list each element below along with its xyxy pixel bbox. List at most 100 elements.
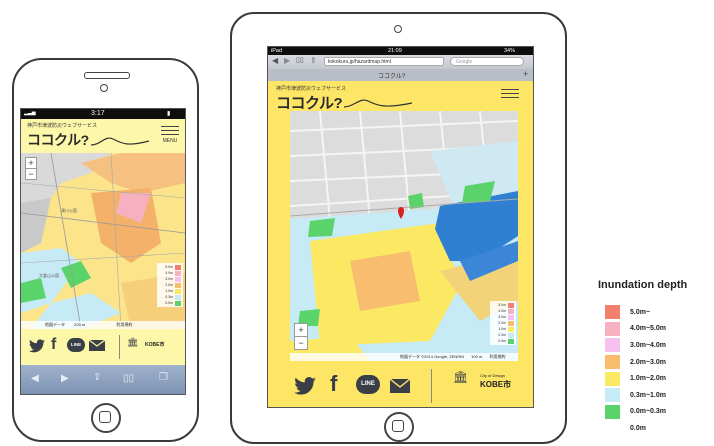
legend-row: 1.0m~2.0m (605, 370, 666, 387)
legend-row: 0.0m (492, 338, 514, 344)
mail-icon[interactable] (390, 379, 410, 393)
tablet-camera (394, 25, 402, 33)
legend-swatch (605, 321, 620, 336)
kobe-logo: KOBE市 (145, 342, 165, 348)
zoom-out-button[interactable]: − (25, 168, 37, 180)
map-scale: 200 m (74, 322, 86, 327)
legend-row: 0.0m (159, 300, 181, 306)
legend-row: 4.0m~5.0m (605, 321, 666, 338)
legend-swatch (605, 355, 620, 370)
back-icon[interactable]: ◀ (272, 56, 278, 65)
legend-label: 5.0m (498, 303, 506, 307)
menu-button[interactable] (501, 86, 519, 101)
home-square-icon (392, 420, 404, 432)
legend-swatch (508, 332, 514, 338)
phone-browser-toolbar: ◀ ▶ ⇪ ▯▯ ❐ (21, 365, 185, 394)
zoom-out-button[interactable]: − (294, 336, 308, 350)
tablet-screen: iPad 21:09 34% ◀ ▶ ▯▯ ⇪ kokokuru.jp/haza… (267, 46, 534, 408)
line-icon[interactable]: LINE (67, 338, 85, 352)
map-terms-link[interactable]: 利用規約 (116, 322, 132, 327)
legend-swatch (605, 338, 620, 353)
legend-label: 4.0m (165, 271, 173, 275)
divider (431, 369, 432, 403)
legend-row: 2.0m~3.0m (605, 354, 666, 371)
signal-icon: ▂▃▅ (24, 110, 36, 116)
status-battery: 34% (504, 48, 516, 54)
hamburger-bar (501, 96, 519, 98)
legend-swatch (175, 270, 181, 276)
city-of-design-label: City of Design (480, 373, 505, 378)
menu-label: MENU (162, 137, 178, 144)
share-icon[interactable]: ⇪ (310, 56, 317, 65)
phone-hazard-map[interactable]: + − 湊川公園 大倉山公園 5.0m 4.0m 3.0m 2.0m 1.0m … (21, 153, 185, 329)
url-field[interactable]: kokokuru.jp/hazardmap.html (324, 57, 444, 66)
legend-swatch (605, 371, 620, 386)
phone-screen: ▂▃▅ 3:17 ▮ 神戸市津波防災ウェブサービス ココクル? MENU + −… (20, 108, 186, 395)
legend-label: 0.0m (498, 339, 506, 343)
logo-wave-icon (91, 137, 150, 146)
status-device: iPad (271, 48, 283, 54)
legend-label: 5.0m~ (630, 308, 651, 316)
legend-row: 0.3m~1.0m (605, 387, 666, 404)
facebook-icon[interactable]: f (51, 336, 56, 354)
legend-label: 1.0m (498, 327, 506, 331)
app-logo-title[interactable]: ココクル? (27, 130, 89, 150)
hamburger-bar (161, 129, 179, 131)
legend-swatch (605, 305, 620, 320)
bookmarks-icon[interactable]: ▯▯ (123, 373, 134, 384)
legend-label: 0.0m (630, 424, 646, 432)
hamburger-bar (161, 133, 179, 135)
legend-label: 4.0m~5.0m (630, 325, 666, 333)
app-logo-title[interactable]: ココクル? (276, 92, 343, 113)
new-tab-icon[interactable]: + (523, 69, 528, 79)
hamburger-icon (501, 88, 519, 90)
legend-label: 2.0m (498, 321, 506, 325)
legend-label: 0.0m~0.3m (630, 408, 666, 416)
line-icon[interactable]: LINE (356, 375, 380, 394)
logo-wave-icon (344, 99, 413, 108)
tablet-status-bar: iPad 21:09 34% (268, 47, 533, 55)
legend-swatch (508, 326, 514, 332)
inundation-legend: 5.0m~ 4.0m~5.0m 3.0m~4.0m 2.0m~3.0m 1.0m~2.0… (605, 304, 666, 437)
forward-icon[interactable]: ▶ (284, 56, 290, 65)
phone-speaker (84, 72, 130, 79)
twitter-icon[interactable] (294, 377, 316, 395)
unesco-logo-icon: 🏛 (127, 337, 139, 347)
back-icon[interactable]: ◀ (31, 373, 39, 384)
bookmarks-icon[interactable]: ▯▯ (296, 56, 304, 64)
legend-label: 5.0m (165, 265, 173, 269)
legend-swatch (508, 338, 514, 344)
map-place-label: 湊川公園 (61, 208, 77, 213)
search-field[interactable]: Google (450, 57, 524, 66)
tablet-hazard-map[interactable]: + − 5.0m 4.0m 3.0m 2.0m 1.0m 0.3m 0.0m 地… (290, 111, 518, 361)
facebook-icon[interactable]: f (330, 371, 337, 397)
legend-swatch (605, 388, 620, 403)
legend-label: 3.0m (498, 315, 506, 319)
tabs-icon[interactable]: ❐ (159, 372, 168, 383)
legend-swatch (175, 282, 181, 288)
legend-label: 0.3m (165, 295, 173, 299)
map-terms-link[interactable]: 利用規約 (489, 354, 505, 359)
tablet-map-canvas (290, 111, 518, 361)
phone-status-bar: ▂▃▅ 3:17 ▮ (21, 109, 185, 119)
divider (119, 335, 120, 359)
phone-app-header: 神戸市津波防災ウェブサービス ココクル? MENU (21, 119, 185, 153)
legend-label: 3.0m (165, 277, 173, 281)
legend-label: 1.0m~2.0m (630, 375, 666, 383)
legend-label: 0.3m~1.0m (630, 391, 666, 399)
legend-swatch (605, 404, 620, 419)
share-icon[interactable]: ⇪ (93, 372, 101, 383)
hamburger-icon (161, 125, 179, 127)
legend-swatch (508, 308, 514, 314)
mail-icon[interactable] (89, 340, 105, 351)
legend-title: Inundation depth (598, 279, 688, 291)
phone-social-bar: f LINE 🏛 KOBE市 (21, 329, 185, 365)
legend-swatch (175, 288, 181, 294)
battery-icon: ▮ (167, 111, 171, 117)
zoom-in-button[interactable]: + (294, 323, 308, 337)
twitter-icon[interactable] (29, 339, 45, 353)
menu-button[interactable]: MENU (161, 123, 179, 144)
tab-title: ココクル? (378, 74, 406, 80)
hamburger-bar (501, 92, 519, 94)
forward-icon[interactable]: ▶ (61, 373, 69, 384)
